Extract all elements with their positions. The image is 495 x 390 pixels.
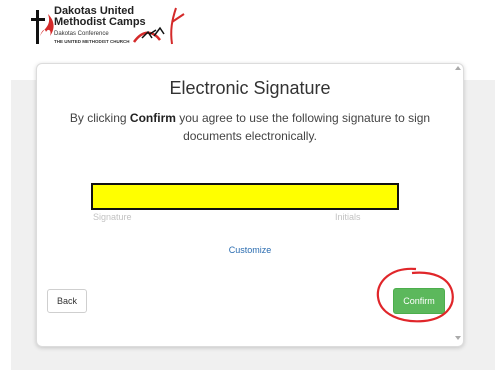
site-header: Dakotas United Methodist Camps Dakotas Co… bbox=[0, 0, 495, 58]
electronic-signature-dialog: Electronic Signature By clicking Confirm… bbox=[36, 63, 464, 347]
scroll-down-arrow-icon[interactable] bbox=[455, 336, 461, 340]
confirm-keyword: Confirm bbox=[129, 111, 176, 125]
confirm-button[interactable]: Confirm bbox=[393, 288, 445, 314]
dialog-description: By clicking Confirm you agree to use the… bbox=[69, 111, 431, 143]
logo-conference: Dakotas Conference bbox=[54, 31, 109, 37]
customize-link[interactable]: Customize bbox=[37, 245, 463, 255]
dialog-title: Electronic Signature bbox=[169, 78, 331, 98]
back-button[interactable]: Back bbox=[47, 289, 87, 313]
initials-label: Initials bbox=[335, 212, 361, 222]
signature-preview: Signature Initials bbox=[37, 179, 463, 229]
camp-figures-icon bbox=[132, 7, 185, 45]
signature-label: Signature bbox=[93, 212, 132, 222]
redaction-box bbox=[91, 183, 399, 210]
scroll-up-arrow-icon[interactable] bbox=[455, 66, 461, 70]
logo-church: THE UNITED METHODIST CHURCH bbox=[54, 39, 130, 44]
camps-logo: Dakotas United Methodist Camps Dakotas Co… bbox=[30, 2, 210, 54]
dialog-scrollbar[interactable] bbox=[454, 64, 462, 344]
